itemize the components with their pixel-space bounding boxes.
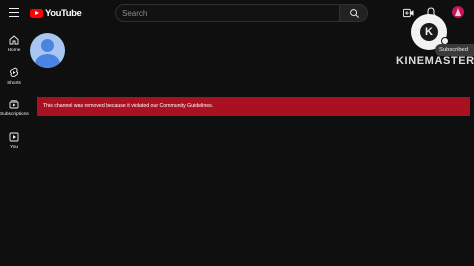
sidebar-label-subscriptions: Subscriptions bbox=[0, 112, 29, 117]
search-input[interactable] bbox=[115, 4, 339, 22]
sidebar-item-shorts[interactable]: Shorts bbox=[0, 67, 28, 95]
kinemaster-letter: K bbox=[420, 23, 438, 41]
youtube-channel-page: YouTube Home bbox=[0, 0, 474, 266]
youtube-logo[interactable]: YouTube bbox=[30, 7, 82, 19]
sidebar-item-home[interactable]: Home bbox=[0, 35, 28, 63]
menu-icon[interactable] bbox=[9, 8, 19, 18]
shorts-icon bbox=[9, 67, 19, 78]
logo-text: YouTube bbox=[45, 7, 82, 19]
search-button[interactable] bbox=[339, 4, 368, 22]
channel-removed-banner: This channel was removed because it viol… bbox=[37, 97, 470, 116]
sidebar-label-shorts: Shorts bbox=[7, 81, 21, 86]
account-avatar[interactable] bbox=[452, 6, 464, 18]
sidebar-item-subscriptions[interactable]: Subscriptions bbox=[0, 99, 29, 127]
sidebar-label-you: You bbox=[9, 145, 19, 150]
sidebar-item-you[interactable]: You bbox=[0, 132, 28, 160]
youtube-play-icon bbox=[30, 8, 43, 18]
search-icon bbox=[350, 9, 359, 18]
sidebar-label-home: Home bbox=[7, 48, 21, 53]
subscriptions-icon bbox=[9, 100, 19, 109]
home-icon bbox=[9, 35, 19, 45]
top-bar: YouTube bbox=[0, 0, 474, 26]
you-icon bbox=[9, 132, 19, 142]
kinemaster-watermark-text: KINEMASTER bbox=[396, 55, 474, 67]
removal-message: This channel was removed because it viol… bbox=[43, 103, 214, 109]
create-icon[interactable] bbox=[403, 8, 414, 18]
channel-avatar bbox=[30, 33, 65, 68]
